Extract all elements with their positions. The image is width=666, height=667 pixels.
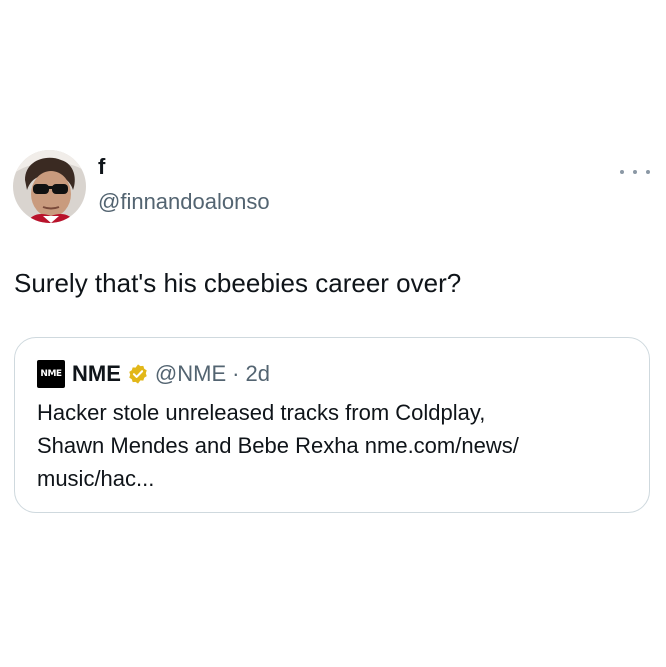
quoted-tweet-text: Hacker stole unreleased tracks from Cold…: [37, 396, 627, 495]
separator-dot: ·: [232, 361, 240, 386]
more-horizontal-icon-dot: [646, 170, 650, 174]
quoted-text-line: Hacker stole unreleased tracks from Cold…: [37, 400, 486, 425]
verified-badge-icon: [129, 364, 147, 384]
more-horizontal-icon: [620, 170, 624, 174]
avatar[interactable]: [13, 150, 86, 223]
quoted-text-line: music/hac...: [37, 466, 155, 491]
tweet-text: Surely that's his cbeebies career over?: [14, 268, 462, 298]
nme-logo-avatar[interactable]: NME: [37, 360, 65, 388]
quoted-text-line: Shawn Mendes and Bebe Rexha nme.com/news…: [37, 433, 519, 458]
author-display-name[interactable]: f: [98, 153, 105, 181]
more-options-button[interactable]: [620, 163, 650, 181]
more-horizontal-icon-dot: [633, 170, 637, 174]
quoted-display-name[interactable]: NME: [72, 361, 121, 387]
author-handle[interactable]: @finnandoalonso: [98, 188, 270, 216]
quoted-tweet-card[interactable]: NME NME @NME · 2d Hacker stole unrelease…: [14, 337, 650, 513]
quoted-handle[interactable]: @NME: [155, 361, 226, 387]
quoted-timestamp[interactable]: 2d: [245, 361, 269, 387]
avatar-image: [13, 150, 86, 223]
quoted-tweet-header: NME @NME · 2d: [72, 360, 270, 388]
